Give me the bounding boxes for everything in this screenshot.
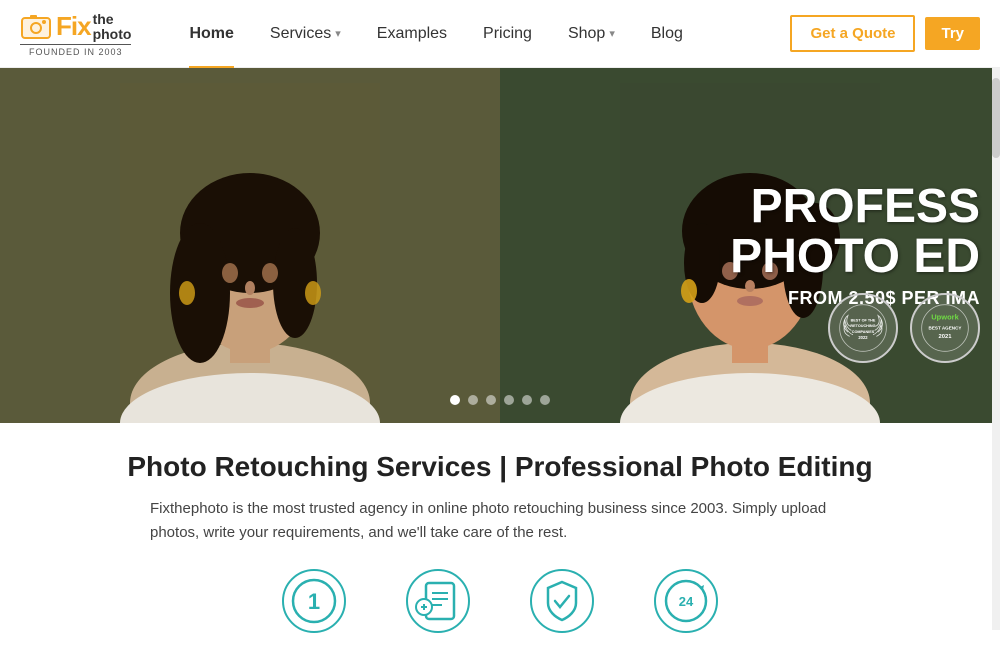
hero-section: PROFESSPHOTO ED FROM 2.50$ PER IMA	[0, 68, 1000, 423]
laurel-icon: BEST OF THE RETOUCHING COMPANIES 2022	[838, 303, 888, 353]
shield-check-icon	[530, 569, 594, 633]
logo[interactable]: Fix thephoto FOUNDED IN 2003	[20, 10, 131, 58]
hero-awards: BEST OF THE RETOUCHING COMPANIES 2022 Up…	[828, 293, 980, 363]
nav-pricing[interactable]: Pricing	[465, 0, 550, 68]
upwork-icon: Upwork BEST AGENCY 2021	[920, 303, 970, 353]
logo-icon	[20, 10, 52, 42]
slider-dot-2[interactable]	[468, 395, 478, 405]
try-button[interactable]: Try	[925, 17, 980, 50]
award-retouching-badge: BEST OF THE RETOUCHING COMPANIES 2022	[828, 293, 898, 363]
nav-blog[interactable]: Blog	[633, 0, 701, 68]
svg-text:RETOUCHING: RETOUCHING	[850, 324, 875, 328]
svg-text:2021: 2021	[939, 334, 953, 340]
slider-dot-6[interactable]	[540, 395, 550, 405]
logo-tagline: FOUNDED IN 2003	[20, 44, 131, 57]
slider-dots	[450, 395, 550, 405]
clock-svg: 24	[662, 577, 710, 625]
logo-the-photo-text: thephoto	[93, 12, 132, 43]
services-chevron-icon: ▾	[335, 27, 341, 40]
svg-text:1: 1	[308, 589, 320, 614]
slider-dot-4[interactable]	[504, 395, 514, 405]
svg-text:Upwork: Upwork	[931, 313, 959, 322]
scrollbar[interactable]	[992, 68, 1000, 630]
award-upwork-badge: Upwork BEST AGENCY 2021	[910, 293, 980, 363]
number-one-icon: 1	[282, 569, 346, 633]
logo-fix-text: Fix	[56, 11, 91, 42]
hero-background: PROFESSPHOTO ED FROM 2.50$ PER IMA	[0, 68, 1000, 423]
hero-before	[0, 68, 500, 423]
header-cta-area: Get a Quote Try	[790, 15, 980, 52]
slider-dot-5[interactable]	[522, 395, 532, 405]
svg-text:COMPANIES: COMPANIES	[852, 330, 875, 334]
svg-text:24: 24	[679, 594, 694, 609]
shop-chevron-icon: ▾	[609, 27, 615, 40]
feature-icon-3	[530, 569, 594, 633]
hero-title: PROFESSPHOTO ED	[730, 182, 980, 283]
page-heading: Photo Retouching Services | Professional…	[20, 451, 980, 483]
scrollbar-thumb[interactable]	[992, 78, 1000, 158]
get-quote-button[interactable]: Get a Quote	[790, 15, 915, 52]
nav-examples[interactable]: Examples	[359, 0, 465, 68]
svg-text:BEST AGENCY: BEST AGENCY	[929, 326, 962, 331]
content-section: Photo Retouching Services | Professional…	[0, 423, 1000, 653]
hero-after: PROFESSPHOTO ED FROM 2.50$ PER IMA	[500, 68, 1000, 423]
nav-home[interactable]: Home	[171, 0, 251, 68]
document-svg	[414, 577, 462, 625]
main-nav: Home Services ▾ Examples Pricing Shop ▾ …	[171, 0, 790, 68]
feature-icon-1: 1	[282, 569, 346, 633]
document-icon	[406, 569, 470, 633]
svg-text:BEST OF THE: BEST OF THE	[851, 318, 876, 322]
slider-dot-3[interactable]	[486, 395, 496, 405]
page-description: Fixthephoto is the most trusted agency i…	[150, 497, 850, 545]
feature-icon-2	[406, 569, 470, 633]
portrait-before-icon	[120, 83, 380, 423]
feature-icons-row: 1	[20, 569, 980, 633]
nav-services[interactable]: Services ▾	[252, 0, 359, 68]
nav-shop[interactable]: Shop ▾	[550, 0, 633, 68]
shield-svg	[538, 577, 586, 625]
svg-text:2022: 2022	[858, 335, 868, 340]
feature-icon-4: 24	[654, 569, 718, 633]
hero-text-overlay: PROFESSPHOTO ED FROM 2.50$ PER IMA	[730, 182, 980, 310]
step-one-svg: 1	[290, 577, 338, 625]
clock-24-icon: 24	[654, 569, 718, 633]
header: Fix thephoto FOUNDED IN 2003 Home Servic…	[0, 0, 1000, 68]
slider-dot-1[interactable]	[450, 395, 460, 405]
